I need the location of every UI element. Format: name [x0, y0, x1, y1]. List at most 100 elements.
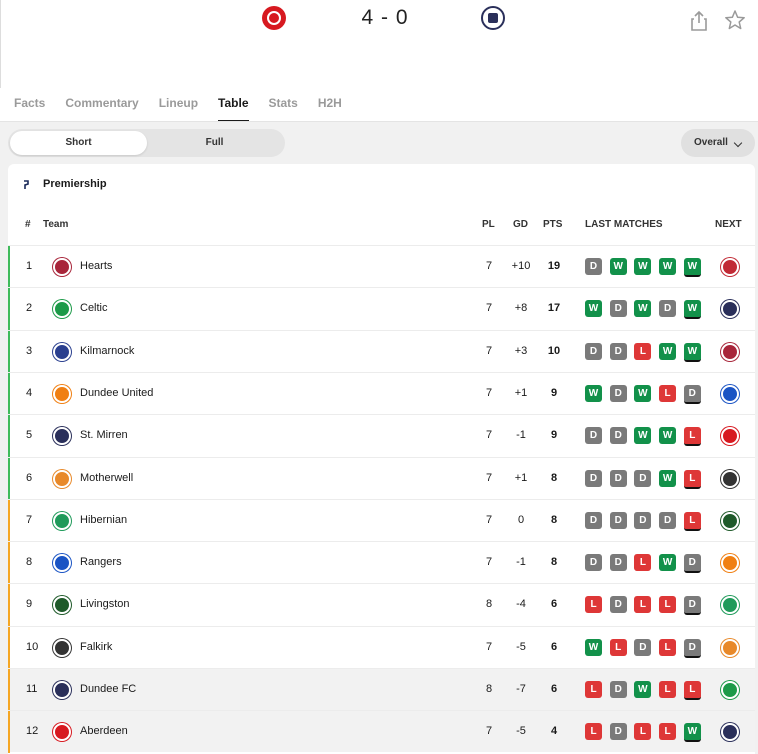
form-result-badge[interactable]: D	[585, 427, 602, 445]
next-opponent-crest-icon[interactable]	[721, 511, 739, 530]
team-name[interactable]: Livingston	[80, 598, 130, 610]
next-opponent-crest-icon[interactable]	[721, 469, 739, 488]
form-result-badge[interactable]: W	[659, 258, 677, 275]
tab-h2h[interactable]: H2H	[318, 94, 342, 122]
form-result-badge[interactable]: D	[659, 300, 677, 318]
table-row[interactable]: 12 Aberdeen 7 -5 4 L D L L W	[8, 710, 755, 754]
share-icon[interactable]	[689, 10, 709, 32]
full-toggle-option[interactable]: Full	[146, 131, 283, 155]
form-result-badge[interactable]: D	[609, 681, 627, 698]
form-result-badge[interactable]: W	[585, 384, 602, 402]
form-result-badge[interactable]: L	[659, 681, 677, 698]
form-result-badge[interactable]: W	[609, 258, 627, 275]
form-result-badge[interactable]: L	[683, 511, 701, 531]
team-name[interactable]: Kilmarnock	[80, 345, 134, 357]
next-opponent-crest-icon[interactable]	[721, 554, 739, 573]
form-result-badge[interactable]: D	[609, 300, 627, 318]
form-result-badge[interactable]: D	[683, 596, 701, 616]
form-result-badge[interactable]: L	[634, 723, 652, 741]
table-row[interactable]: 9 Livingston 8 -4 6 L D L L D	[8, 583, 755, 627]
tab-table[interactable]: Table	[218, 94, 249, 122]
form-result-badge[interactable]: D	[609, 342, 627, 360]
form-result-badge[interactable]: W	[659, 469, 677, 487]
team-name[interactable]: Falkirk	[80, 641, 112, 653]
table-row[interactable]: 1 Hearts 7 +10 19 D W W W W	[8, 245, 755, 288]
form-result-badge[interactable]: D	[585, 342, 602, 360]
form-result-badge[interactable]: L	[585, 681, 602, 698]
next-opponent-crest-icon[interactable]	[721, 258, 739, 276]
team-name[interactable]: Rangers	[80, 556, 122, 568]
team-name[interactable]: St. Mirren	[80, 429, 128, 441]
form-result-badge[interactable]: W	[683, 300, 701, 320]
table-row[interactable]: 3 Kilmarnock 7 +3 10 D D L W W	[8, 329, 755, 373]
form-result-badge[interactable]: L	[609, 638, 627, 656]
team-name[interactable]: Dundee United	[80, 387, 153, 399]
table-row[interactable]: 7 Hibernian 7 0 8 D D D D L	[8, 498, 755, 542]
form-result-badge[interactable]: W	[659, 554, 677, 572]
form-result-badge[interactable]: L	[683, 427, 701, 447]
next-opponent-crest-icon[interactable]	[721, 384, 739, 403]
form-result-badge[interactable]: W	[683, 342, 701, 362]
form-result-badge[interactable]: D	[634, 469, 652, 487]
overall-filter-dropdown[interactable]: Overall	[681, 129, 755, 157]
form-result-badge[interactable]: L	[683, 681, 701, 700]
form-result-badge[interactable]: D	[683, 554, 701, 574]
form-result-badge[interactable]: L	[585, 723, 602, 741]
table-row[interactable]: 2 Celtic 7 +8 17 W D W D W	[8, 287, 755, 331]
next-opponent-crest-icon[interactable]	[721, 300, 739, 319]
form-result-badge[interactable]: L	[585, 596, 602, 614]
form-result-badge[interactable]: D	[609, 384, 627, 402]
form-result-badge[interactable]: D	[609, 723, 627, 741]
tab-lineup[interactable]: Lineup	[159, 94, 198, 122]
form-result-badge[interactable]: D	[659, 511, 677, 529]
table-row[interactable]: 10 Falkirk 7 -5 6 W L D L D	[8, 625, 755, 669]
tab-facts[interactable]: Facts	[14, 94, 45, 122]
form-result-badge[interactable]: L	[659, 723, 677, 741]
next-opponent-crest-icon[interactable]	[721, 681, 739, 699]
form-result-badge[interactable]: L	[659, 384, 677, 402]
away-team-crest-icon[interactable]	[481, 6, 505, 30]
form-result-badge[interactable]: W	[634, 384, 652, 402]
form-result-badge[interactable]: D	[634, 638, 652, 656]
form-result-badge[interactable]: W	[634, 300, 652, 318]
form-result-badge[interactable]: W	[659, 427, 677, 445]
tab-stats[interactable]: Stats	[269, 94, 298, 122]
form-result-badge[interactable]: D	[609, 554, 627, 572]
home-team-crest-icon[interactable]	[262, 6, 286, 30]
next-opponent-crest-icon[interactable]	[721, 723, 739, 742]
form-result-badge[interactable]: D	[585, 258, 602, 275]
form-result-badge[interactable]: L	[659, 596, 677, 614]
form-result-badge[interactable]: D	[609, 511, 627, 529]
form-result-badge[interactable]: L	[659, 638, 677, 656]
team-name[interactable]: Dundee FC	[80, 683, 136, 695]
team-name[interactable]: Celtic	[80, 302, 108, 314]
form-result-badge[interactable]: W	[683, 258, 701, 277]
form-result-badge[interactable]: D	[585, 469, 602, 487]
short-toggle-option[interactable]: Short	[10, 131, 147, 155]
league-header[interactable]: Premiership	[8, 164, 755, 206]
table-row[interactable]: 4 Dundee United 7 +1 9 W D W L D	[8, 371, 755, 415]
form-result-badge[interactable]: D	[609, 427, 627, 445]
form-result-badge[interactable]: D	[609, 469, 627, 487]
team-name[interactable]: Hearts	[80, 260, 112, 272]
form-result-badge[interactable]: D	[683, 384, 701, 404]
form-result-badge[interactable]: W	[659, 342, 677, 360]
tab-commentary[interactable]: Commentary	[65, 94, 138, 122]
star-icon[interactable]	[724, 9, 746, 31]
form-result-badge[interactable]: W	[585, 638, 602, 656]
form-result-badge[interactable]: D	[609, 596, 627, 614]
form-result-badge[interactable]: L	[634, 596, 652, 614]
table-row[interactable]: 6 Motherwell 7 +1 8 D D D W L	[8, 456, 755, 500]
form-result-badge[interactable]: W	[634, 681, 652, 698]
form-result-badge[interactable]: W	[585, 300, 602, 318]
table-row[interactable]: 11 Dundee FC 8 -7 6 L D W L L	[8, 668, 755, 711]
form-result-badge[interactable]: D	[634, 511, 652, 529]
next-opponent-crest-icon[interactable]	[721, 638, 739, 657]
form-result-badge[interactable]: L	[634, 342, 652, 360]
table-row[interactable]: 5 St. Mirren 7 -1 9 D D W W L	[8, 414, 755, 458]
form-result-badge[interactable]: W	[634, 258, 652, 275]
team-name[interactable]: Aberdeen	[80, 725, 128, 737]
form-result-badge[interactable]: W	[634, 427, 652, 445]
team-name[interactable]: Hibernian	[80, 514, 127, 526]
form-result-badge[interactable]: L	[634, 554, 652, 572]
